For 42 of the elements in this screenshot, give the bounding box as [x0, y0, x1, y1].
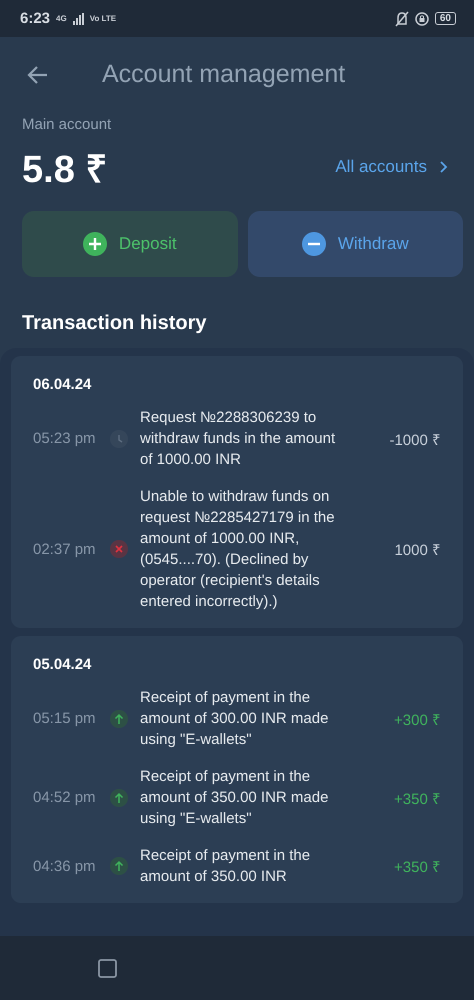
muted-bell-icon — [394, 10, 409, 26]
battery-level: 60 — [434, 12, 456, 25]
network-label: 4G — [56, 14, 67, 22]
date-heading: 05.04.24 — [33, 656, 92, 673]
transaction-time: 05:15 pm — [33, 710, 97, 727]
deposit-button[interactable]: Deposit — [22, 211, 238, 277]
plus-icon — [82, 232, 107, 256]
square-icon — [98, 958, 117, 978]
transaction-description: Receipt of payment in the amount of 350.00 INR made using "E-wallets" — [140, 767, 330, 829]
section-title: Transaction history — [22, 312, 208, 335]
transaction-amount: -1000 ₹ — [388, 430, 441, 448]
clock: 6:23 — [20, 10, 50, 27]
clock-icon — [110, 430, 128, 448]
back-arrow-icon — [26, 64, 48, 86]
volte-label: Vo LTE — [90, 14, 116, 22]
transaction-description: Receipt of payment in the amount of 300.00 INR made using "E-wallets" — [140, 688, 330, 750]
transaction-amount: 1000 ₹ — [393, 541, 441, 559]
withdraw-button[interactable]: Withdraw — [248, 211, 463, 277]
page-title: Account management — [102, 60, 346, 89]
account-label: Main account — [22, 116, 112, 133]
transaction-time: 04:52 pm — [33, 789, 97, 806]
transaction-amount: +300 ₹ — [393, 710, 441, 728]
minus-icon — [302, 232, 326, 256]
balance-amount: 5.8 ₹ — [22, 148, 108, 193]
transaction-description: Unable to withdraw funds on request №2285427179 in the amount of 1000.00 INR, (0545....70). (Declined by operator (recipient's details entered incorrectly).) — [140, 487, 336, 612]
transaction-time: 02:37 pm — [33, 540, 97, 558]
chevron-icon — [439, 161, 448, 173]
date-heading: 06.04.24 — [33, 376, 92, 393]
arrow-up-icon — [110, 857, 128, 875]
arrow-up-icon — [110, 710, 128, 728]
cross-icon — [110, 540, 128, 558]
transaction-amount: +350 ₹ — [393, 790, 441, 808]
transaction-description: Request №2288306239 to withdraw funds in the amount of 1000.00 INR — [140, 408, 336, 470]
signal-icon — [72, 12, 84, 24]
recents-button[interactable] — [98, 958, 117, 978]
rotation-lock-icon — [414, 12, 429, 26]
transaction-description: Receipt of payment in the amount of 350.00 INR — [140, 846, 312, 887]
all-accounts-link[interactable]: All accounts — [335, 157, 448, 177]
transaction-amount: +350 ₹ — [393, 858, 441, 876]
transaction-time: 05:23 pm — [33, 430, 97, 447]
transaction-time: 04:36 pm — [33, 858, 97, 874]
arrow-up-icon — [110, 788, 128, 806]
